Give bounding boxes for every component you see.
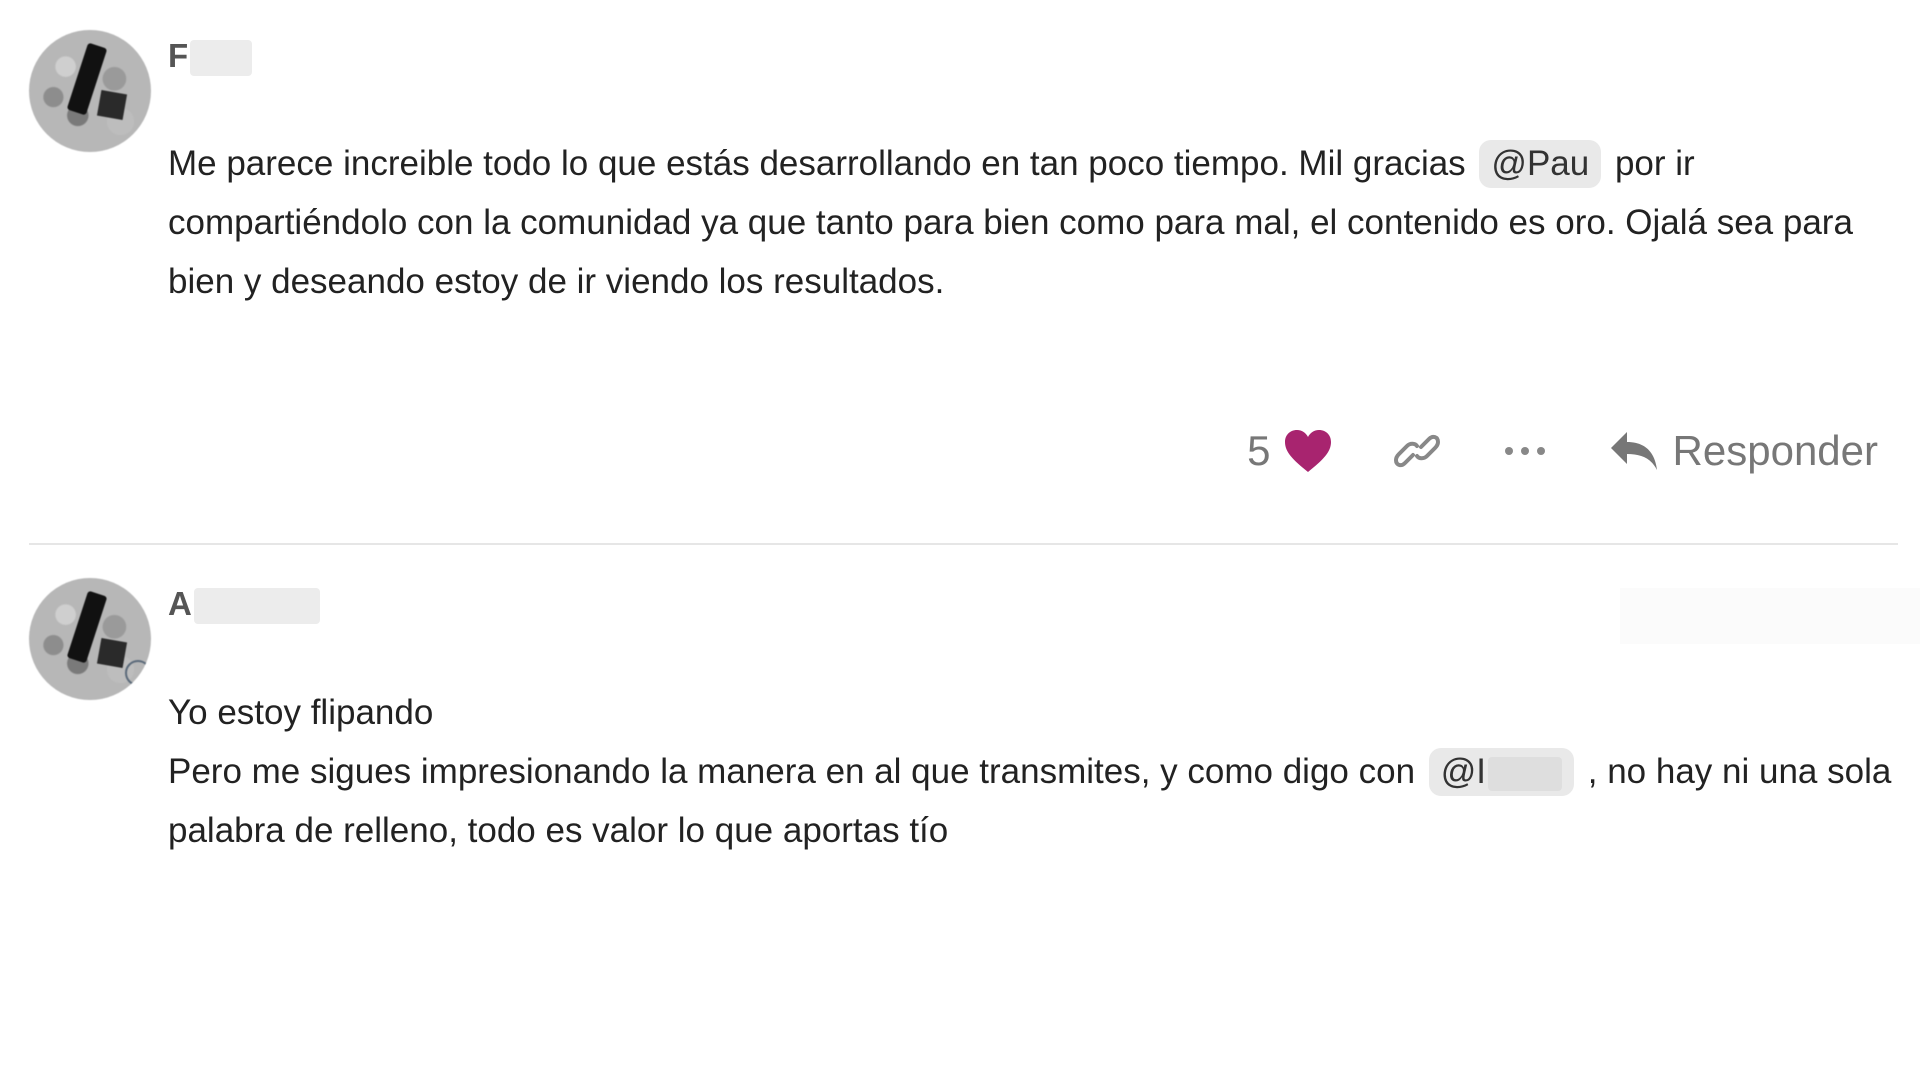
post-text: Me parece increible todo lo que estás de… [168,144,1476,183]
user-mention[interactable]: @Pau [1479,140,1602,188]
topic-thread: F Me parece increible todo lo que estás … [0,0,1920,1080]
post: A Yo estoy flipando Pero me sigues impre… [0,548,1920,1080]
avatar[interactable] [29,30,151,152]
reply-button[interactable]: Responder [1609,426,1878,476]
reply-arrow-icon [1609,426,1659,476]
post-username[interactable]: F [168,36,253,77]
mention-text: @I [1440,752,1487,791]
avatar[interactable] [29,578,151,700]
redacted-name [1488,756,1563,791]
link-icon[interactable] [1393,426,1441,476]
post-paragraph: Pero me sigues impresionando la manera e… [168,742,1898,860]
post: F Me parece increible todo lo que estás … [0,0,1920,545]
post-divider [29,543,1898,545]
post-text: Pero me sigues impresionando la manera e… [168,752,1425,791]
post-actions: 5 Responder [1247,426,1878,476]
user-mention[interactable]: @I [1428,748,1575,796]
username-text: A [168,585,192,622]
post-paragraph: Yo estoy flipando [168,693,434,732]
username-text: F [168,37,189,74]
post-body: Yo estoy flipando Pero me sigues impresi… [168,683,1898,860]
heart-icon[interactable] [1283,428,1333,474]
like-count[interactable]: 5 [1247,427,1270,475]
post-date-placeholder [1620,588,1920,644]
redacted-name [193,588,320,625]
reply-label: Responder [1672,427,1878,474]
post-username[interactable]: A [168,584,320,625]
more-horizontal-icon[interactable] [1501,426,1549,476]
redacted-name [190,40,253,77]
post-body: Me parece increible todo lo que estás de… [168,134,1898,311]
post-paragraph: Me parece increible todo lo que estás de… [168,134,1898,311]
